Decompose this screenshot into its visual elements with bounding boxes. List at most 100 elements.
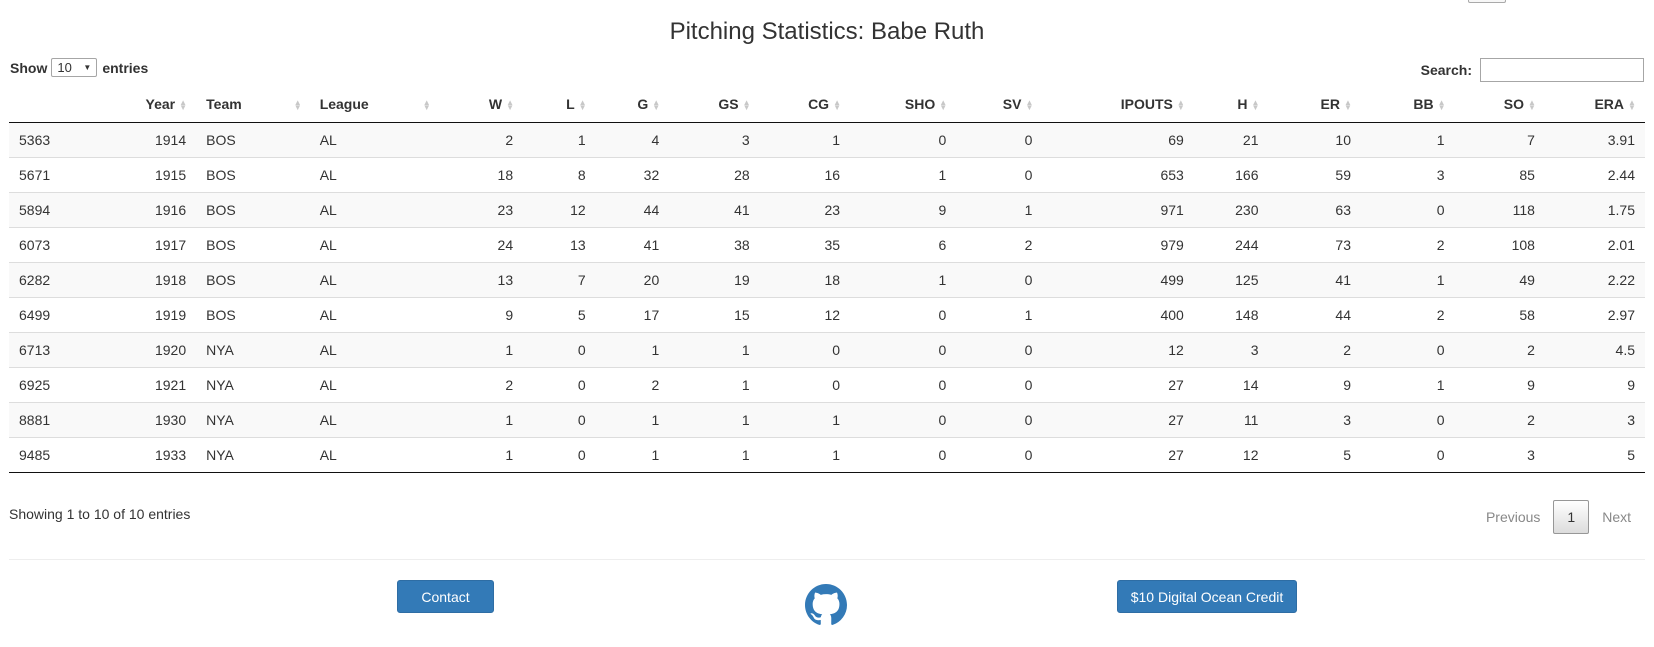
cell-l: 7 [523, 262, 596, 298]
cell-id: 5894 [9, 192, 115, 228]
cell-h: 230 [1193, 192, 1269, 228]
cell-gs: 41 [669, 192, 760, 228]
cell-era: 2.01 [1544, 227, 1645, 263]
cell-w: 13 [440, 262, 524, 298]
cell-h: 14 [1193, 367, 1269, 403]
sort-icon: ▲ ▼ [1628, 98, 1636, 113]
column-header-w[interactable]: W ▲ ▼ [440, 86, 524, 123]
sort-icon: ▲ ▼ [652, 98, 661, 113]
column-header-sho[interactable]: SHO ▲ ▼ [850, 86, 957, 123]
cell-g: 44 [595, 192, 670, 228]
column-header-g[interactable]: G ▲ ▼ [595, 86, 670, 123]
column-header-sv[interactable]: SV ▲ ▼ [956, 86, 1043, 123]
cell-gs: 1 [669, 367, 760, 403]
entries-label: entries [102, 59, 149, 76]
cell-g: 1 [595, 437, 670, 473]
cell-year: 1918 [114, 262, 197, 298]
cell-ipouts: 69 [1168, 132, 1184, 148]
cell-so: 2 [1454, 332, 1545, 368]
github-icon[interactable] [805, 584, 847, 626]
table-row: 9485 1933 NYA AL 1 0 1 1 1 0 0 27 12 5 0 3 5 [9, 437, 1645, 473]
search-input[interactable] [1480, 58, 1644, 82]
cell-so: 49 [1454, 262, 1545, 298]
cell-league: AL [309, 402, 441, 438]
column-header-h[interactable]: H ▲ ▼ [1193, 86, 1269, 123]
cell-w: 2 [505, 132, 514, 148]
column-header-era[interactable]: ERA ▲ ▼ [1544, 86, 1645, 123]
cell-ipouts: 27 [1042, 402, 1194, 438]
contact-me-button[interactable]: Contact Me [397, 580, 494, 638]
cell-w: 18 [440, 157, 524, 193]
previous-page-button[interactable]: Previous [1473, 501, 1553, 533]
cell-sho: 1 [850, 262, 957, 298]
column-header-gs[interactable]: GS ▲ ▼ [669, 86, 760, 123]
cell-ipouts: 400 [1042, 297, 1194, 333]
table-row: 5671 1915 BOS AL 18 8 32 28 16 1 0 653 166 59 3 85 2.44 [9, 157, 1645, 193]
cell-er: 41 [1268, 262, 1361, 298]
digital-ocean-credit-button[interactable]: $10 Digital Ocean Credit [1117, 580, 1297, 613]
cell-year: 1921 [114, 367, 197, 403]
next-page-button[interactable]: Next [1589, 501, 1644, 533]
cell-l: 5 [523, 297, 596, 333]
column-header-id[interactable] [9, 86, 115, 123]
cell-l: 8 [523, 157, 596, 193]
cell-year: 1916 [114, 192, 197, 228]
sort-icon: ▲ ▼ [422, 98, 431, 113]
cell-bb: 2 [1361, 297, 1455, 333]
cell-ipouts: 27 [1042, 437, 1194, 473]
sort-icon: ▲ ▼ [1527, 98, 1536, 113]
cell-l: 0 [523, 402, 596, 438]
cell-cg: 35 [759, 227, 851, 263]
cell-l: 12 [523, 192, 596, 228]
column-header-so[interactable]: SO ▲ ▼ [1454, 86, 1545, 123]
sort-icon: ▲ ▼ [1025, 98, 1034, 113]
sort-icon: ▲ ▼ [293, 98, 302, 113]
cell-era: 3.91 [1607, 132, 1635, 148]
column-header-bb[interactable]: BB ▲ ▼ [1361, 86, 1455, 123]
cell-gs: 28 [669, 157, 760, 193]
cell-er: 59 [1268, 157, 1361, 193]
sort-icon: ▲ ▼ [1251, 98, 1260, 113]
cell-l: 0 [523, 437, 596, 473]
dropdown-caret-icon: ▼ [83, 63, 92, 72]
table-row: 6282 1918 BOS AL 13 7 20 19 18 1 0 499 125 41 1 49 2.22 [9, 262, 1645, 298]
cell-g: 4 [651, 132, 660, 148]
cell-gs: 1 [669, 332, 760, 368]
column-header-ipouts[interactable]: IPOUTS ▲ ▼ [1042, 86, 1194, 123]
cell-w: 24 [440, 227, 524, 263]
cell-h: 12 [1193, 437, 1269, 473]
cell-league: AL [309, 227, 441, 263]
search-control: Search: [1421, 58, 1644, 82]
table-row: 6713 1920 NYA AL 1 0 1 1 0 0 0 12 3 2 0 2 4.5 [9, 332, 1645, 368]
cell-w: 23 [440, 192, 524, 228]
cell-league: AL [309, 437, 441, 473]
cell-ipouts: 979 [1042, 227, 1194, 263]
cell-bb: 0 [1361, 192, 1455, 228]
column-header-team[interactable]: Team ▲ ▼ [196, 86, 310, 123]
cell-year: 1915 [114, 157, 197, 193]
cell-cg: 1 [759, 437, 851, 473]
cell-gs: 38 [669, 227, 760, 263]
table-row: 5894 1916 BOS AL 23 12 44 41 23 9 1 971 230 63 0 118 1.7… [9, 192, 1645, 228]
column-header-l[interactable]: L ▲ ▼ [523, 86, 596, 123]
cell-sho: 9 [850, 192, 957, 228]
cell-era: 4.5 [1544, 332, 1645, 368]
cell-sv: 2 [956, 227, 1043, 263]
entries-per-page-select[interactable]: 10 ▼ [51, 58, 98, 77]
table-header-row: Year ▲ ▼ Team ▲ ▼ League ▲ ▼ W ▲ ▼ L ▲ ▼ G ▲ ▼ GS ▲ ▼ … [9, 86, 1645, 123]
cell-sv: 1 [956, 297, 1043, 333]
cell-league: AL [319, 132, 337, 148]
cell-team: NYA [196, 332, 310, 368]
cell-cg: 16 [759, 157, 851, 193]
column-header-league[interactable]: League ▲ ▼ [309, 86, 441, 123]
cell-sho: 0 [850, 297, 957, 333]
column-header-er[interactable]: ER ▲ ▼ [1268, 86, 1361, 123]
cell-g: 32 [595, 157, 670, 193]
page-1-button[interactable]: 1 [1553, 500, 1590, 534]
column-header-cg[interactable]: CG ▲ ▼ [759, 86, 851, 123]
column-header-year[interactable]: Year ▲ ▼ [114, 86, 197, 123]
cell-so: 9 [1454, 367, 1545, 403]
cell-sv: 0 [956, 367, 1043, 403]
cell-gs: 15 [669, 297, 760, 333]
cell-league: AL [309, 332, 441, 368]
